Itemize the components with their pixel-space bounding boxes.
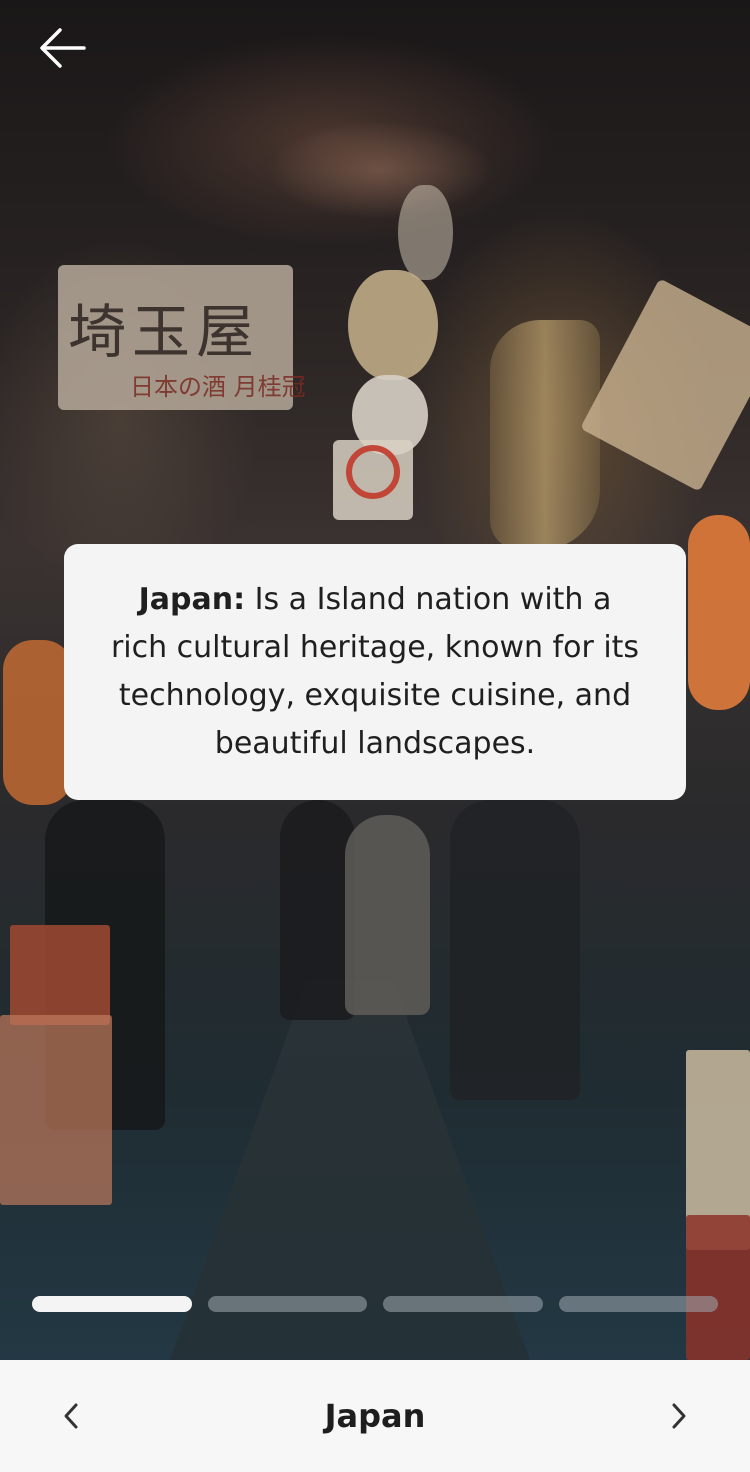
back-button[interactable]	[32, 22, 96, 74]
story-progress	[32, 1296, 718, 1312]
card-title: Japan:	[138, 582, 246, 617]
progress-segment-3	[383, 1296, 543, 1312]
previous-button[interactable]	[44, 1388, 100, 1444]
progress-segment-4	[558, 1296, 718, 1312]
country-name: Japan	[324, 1397, 426, 1435]
chevron-left-icon	[64, 1403, 78, 1429]
lantern	[398, 185, 453, 280]
person	[345, 815, 430, 1015]
next-button[interactable]	[650, 1388, 706, 1444]
hanging-sign	[579, 278, 750, 492]
crate	[10, 925, 110, 1025]
progress-segment-1	[32, 1296, 192, 1312]
progress-segment-2	[207, 1296, 367, 1312]
shop-sign-subtext: 日本の酒 月桂冠	[130, 373, 306, 401]
person	[280, 800, 355, 1020]
crate	[686, 1215, 750, 1360]
story-screen: 埼玉屋 日本の酒 月桂冠 Japan: Is a Island nation w…	[0, 0, 750, 1472]
person	[450, 800, 580, 1100]
exhaust-pipe	[490, 320, 600, 550]
arrow-left-icon	[40, 28, 86, 68]
red-lantern	[688, 515, 750, 710]
bottom-nav: Japan	[0, 1360, 750, 1472]
no-smoking-icon	[346, 445, 400, 499]
description-card: Japan: Is a Island nation with a rich cu…	[64, 544, 686, 800]
crate	[0, 1015, 112, 1205]
lantern	[348, 270, 438, 380]
shop-sign-text: 埼玉屋	[68, 298, 261, 366]
chevron-right-icon	[672, 1403, 686, 1429]
red-lantern	[3, 640, 73, 805]
